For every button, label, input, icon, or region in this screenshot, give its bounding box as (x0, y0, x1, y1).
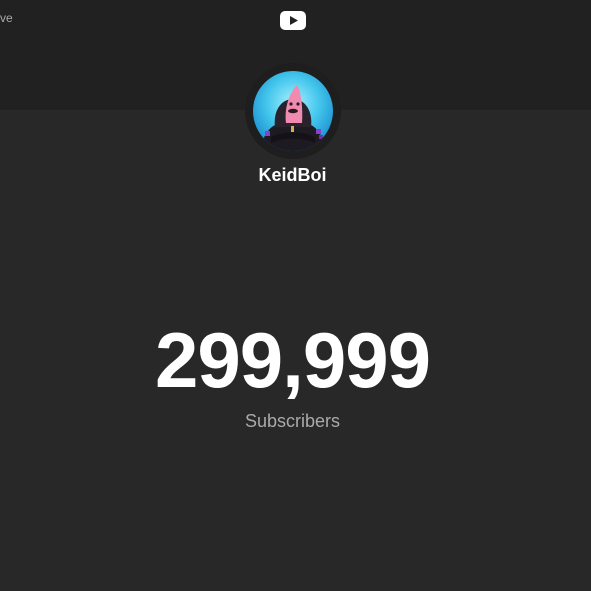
channel-avatar[interactable] (253, 71, 333, 151)
header-corner-text: ve (0, 11, 13, 25)
subscriber-label: Subscribers (244, 411, 341, 431)
subscriber-counter-page: ve KeidBoi 299,999 Subscribers (0, 0, 591, 591)
subscriber-count: 299,999 (155, 316, 431, 404)
channel-name[interactable]: KeidBoi (0, 164, 585, 186)
youtube-play-icon[interactable] (280, 11, 306, 30)
